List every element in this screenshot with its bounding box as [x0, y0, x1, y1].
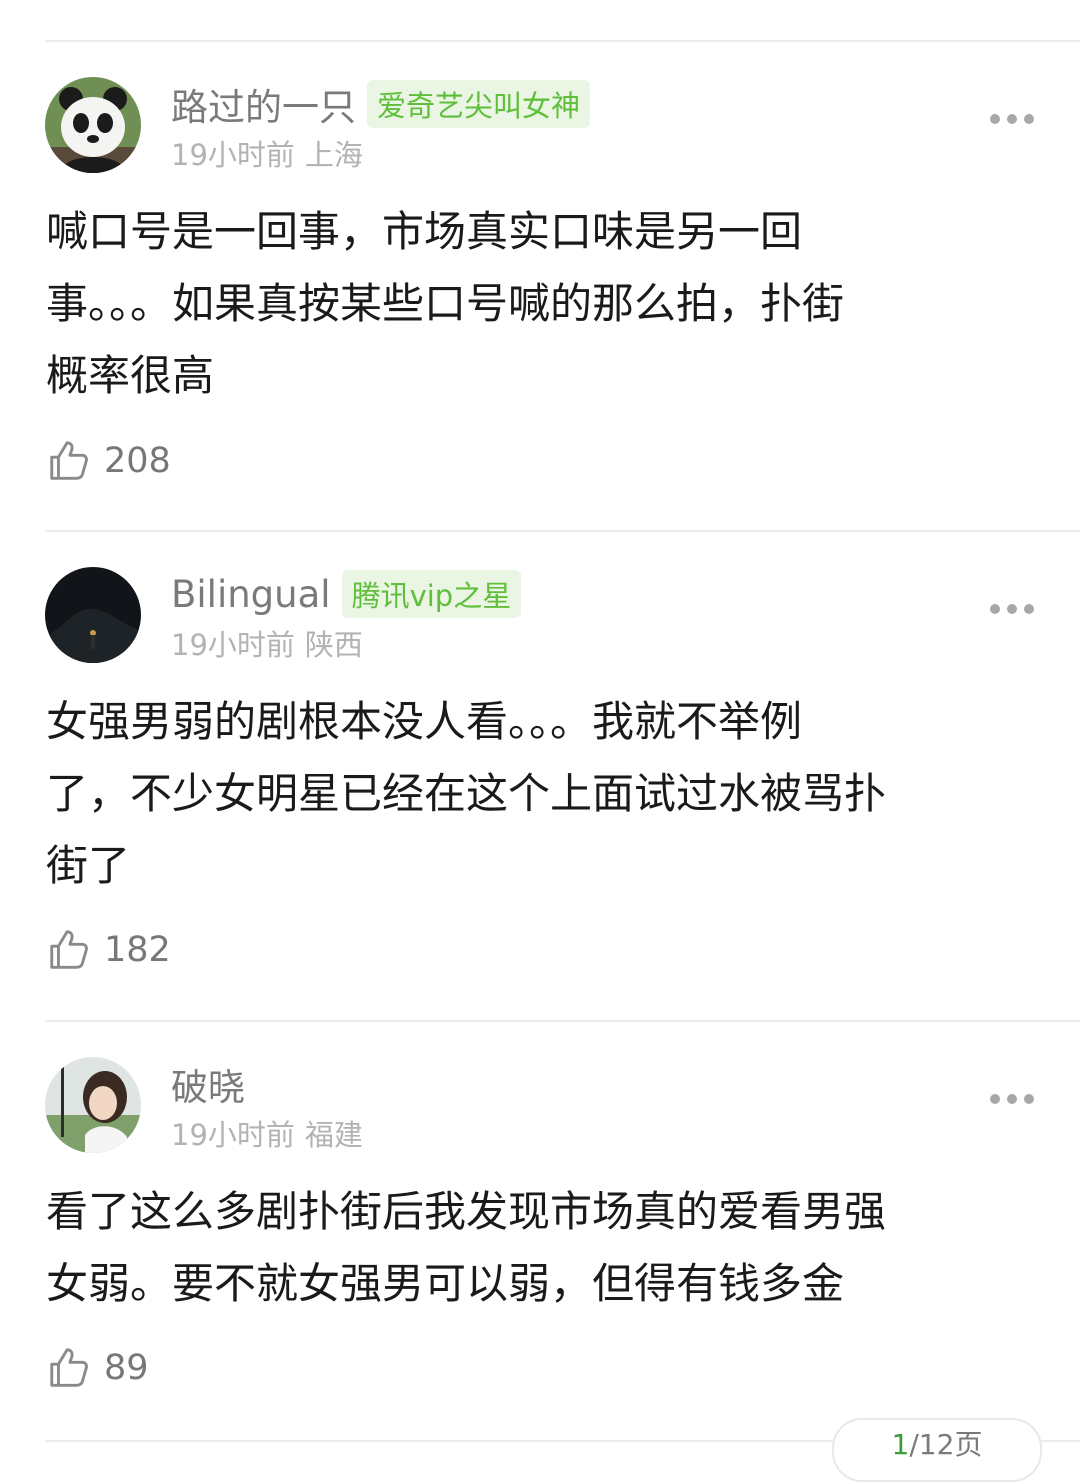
comment-text: 女强男弱的剧根本没人看。。。我就不举例 了，不少女明星已经在这个上面试过水被骂扑… — [46, 697, 887, 890]
comment-time: 19小时前 — [171, 628, 295, 662]
avatar[interactable] — [45, 1057, 141, 1153]
avatar[interactable] — [45, 567, 141, 663]
current-page: 1 — [891, 1428, 910, 1461]
username[interactable]: 破晓 — [171, 1057, 245, 1111]
like-count: 182 — [104, 930, 171, 970]
thumbs-up-icon — [50, 441, 88, 480]
thumbs-up-icon — [50, 1348, 88, 1387]
more-options-icon[interactable] — [990, 1093, 1034, 1105]
total-pages: /12页 — [909, 1428, 983, 1461]
comment-meta: 19小时前 上海 — [171, 132, 363, 174]
comment-divider — [45, 530, 1080, 532]
comment-time: 19小时前 — [171, 138, 295, 172]
like-button[interactable]: 89 — [46, 1345, 149, 1391]
comment-location: 陕西 — [304, 628, 363, 662]
comment-text: 喊口号是一回事，市场真实口味是另一回 事。。。如果真按某些口号喊的那么拍，扑街 … — [46, 207, 845, 400]
like-button[interactable]: 182 — [46, 927, 171, 973]
more-options-icon[interactable] — [990, 603, 1034, 615]
like-count: 89 — [104, 1348, 149, 1388]
night-scene-avatar-icon — [45, 567, 141, 663]
page-indicator[interactable]: 1/12页 — [832, 1418, 1042, 1482]
comment-location: 福建 — [304, 1118, 363, 1152]
user-badge[interactable]: 爱奇艺尖叫女神 — [367, 80, 591, 128]
username[interactable]: Bilingual — [171, 573, 331, 616]
like-button[interactable]: 208 — [46, 438, 171, 484]
comment-meta: 19小时前 陕西 — [171, 622, 363, 664]
panda-avatar-icon — [45, 77, 141, 173]
comment-divider — [45, 1020, 1080, 1022]
top-divider — [45, 40, 1080, 42]
comment-time: 19小时前 — [171, 1118, 295, 1152]
comment-meta: 19小时前 福建 — [171, 1112, 363, 1154]
more-options-icon[interactable] — [990, 113, 1034, 125]
girl-portrait-avatar-icon — [45, 1057, 141, 1153]
comment-location: 上海 — [304, 138, 363, 172]
user-badge[interactable]: 腾讯vip之星 — [341, 570, 522, 618]
thumbs-up-icon — [50, 930, 88, 969]
avatar[interactable] — [45, 77, 141, 173]
username[interactable]: 路过的一只 — [171, 77, 356, 131]
like-count: 208 — [104, 441, 171, 481]
comment-text: 看了这么多剧扑街后我发现市场真的爱看男强 女弱。要不就女强男可以弱，但得有钱多金 — [46, 1187, 887, 1308]
